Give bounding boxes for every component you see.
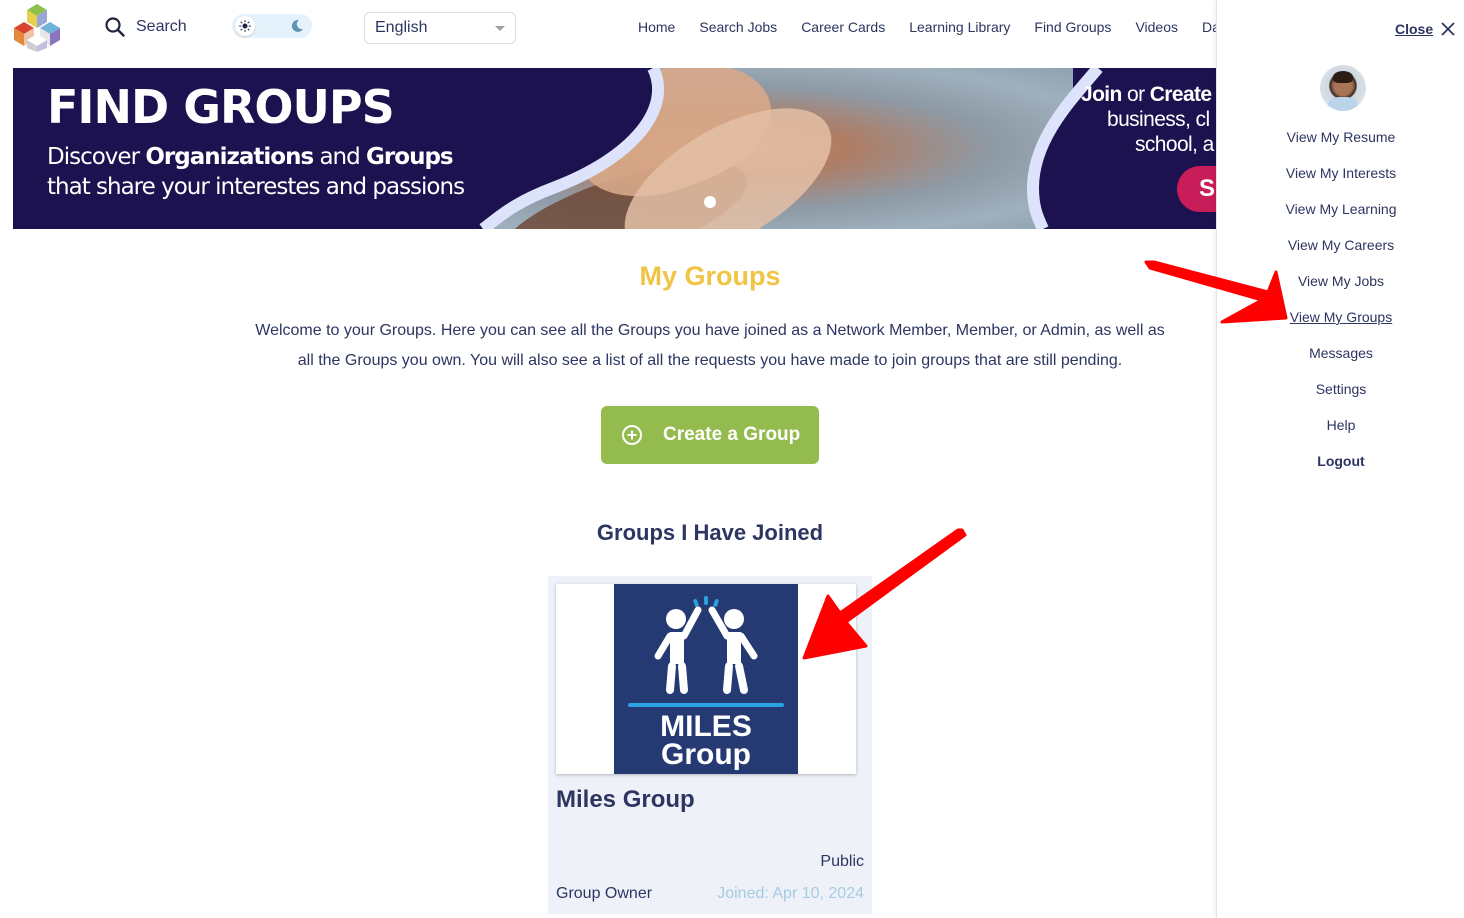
group-visibility: Public (820, 853, 864, 870)
user-menu-panel: Close View My Resume View My Interests V… (1216, 0, 1464, 918)
theme-toggle-knob (235, 16, 255, 36)
banner-right-bold: Create (1149, 83, 1212, 106)
top-navigation-bar: Search English Home Search Jobs Career C… (0, 0, 1216, 56)
banner-right-line2: business, cl (1107, 108, 1210, 131)
banner-right-line3: school, a (1135, 133, 1214, 156)
menu-messages[interactable]: Messages (1217, 342, 1464, 378)
banner-subtitle-line1: Discover Organizations and Groups (47, 144, 454, 170)
nav-dashboard[interactable]: Das (1202, 19, 1216, 35)
banner-right-text: Join or Create business, cl school, a (1081, 82, 1217, 157)
group-name[interactable]: Miles Group (556, 786, 695, 814)
user-menu: View My Resume View My Interests View My… (1217, 126, 1464, 486)
moon-icon (291, 19, 303, 32)
language-select[interactable]: English (364, 12, 516, 44)
banner-text: and (313, 144, 367, 170)
group-card[interactable]: MILES Group Miles Group Public Group Own… (548, 576, 872, 914)
avatar-detail (1328, 97, 1358, 111)
site-logo[interactable] (12, 4, 62, 52)
page-title: My Groups (639, 261, 781, 291)
nav-search-jobs[interactable]: Search Jobs (699, 19, 777, 35)
menu-view-my-careers[interactable]: View My Careers (1217, 234, 1464, 270)
joined-groups-heading: Groups I Have Joined (596, 520, 824, 545)
banner-right-bold: Join (1081, 83, 1122, 106)
nav-find-groups[interactable]: Find Groups (1034, 19, 1111, 35)
group-logo-text: Group (661, 738, 751, 771)
banner-text: Discover (47, 144, 146, 170)
menu-view-my-learning[interactable]: View My Learning (1217, 198, 1464, 234)
sun-icon (239, 20, 251, 32)
chevron-down-icon (495, 25, 505, 31)
close-icon (1441, 22, 1455, 36)
language-select-value: English (375, 19, 428, 36)
main-nav: Home Search Jobs Career Cards Learning L… (638, 19, 1216, 35)
banner-subtitle-line2: that share your interestes and passions (47, 174, 465, 200)
banner-cta-button[interactable]: S (1177, 166, 1217, 212)
group-joined-date: Joined: Apr 10, 2024 (717, 885, 864, 902)
banner-title: FIND GROUPS (47, 80, 395, 134)
carousel-dot[interactable] (704, 196, 716, 208)
close-panel-button[interactable]: Close (1395, 21, 1455, 37)
menu-help[interactable]: Help (1217, 414, 1464, 450)
menu-view-my-interests[interactable]: View My Interests (1217, 162, 1464, 198)
search-label: Search (136, 18, 187, 35)
menu-logout[interactable]: Logout (1217, 450, 1464, 486)
search-icon (105, 17, 125, 37)
hero-banner-carousel: FIND GROUPS Discover Organizations and G… (13, 68, 1217, 229)
plus-circle-icon (622, 425, 642, 445)
menu-view-my-resume[interactable]: View My Resume (1217, 126, 1464, 162)
theme-toggle[interactable] (232, 14, 312, 38)
banner-text-bold: Organizations (145, 144, 314, 170)
group-role: Group Owner (556, 885, 653, 902)
banner-text-bold: Groups (366, 144, 454, 170)
search-button[interactable]: Search (104, 16, 187, 38)
nav-videos[interactable]: Videos (1135, 19, 1178, 35)
intro-text: Welcome to your Groups. Here you can see… (255, 322, 1165, 369)
banner-right-text-part: or (1121, 83, 1150, 106)
create-group-label: Create a Group (663, 424, 801, 445)
user-avatar[interactable] (1320, 65, 1366, 111)
create-group-button[interactable]: Create a Group (601, 406, 819, 464)
menu-view-my-groups[interactable]: View My Groups (1217, 306, 1464, 342)
group-image: MILES Group (556, 584, 856, 774)
cube-logo-icon (14, 4, 60, 52)
menu-settings[interactable]: Settings (1217, 378, 1464, 414)
close-label: Close (1395, 21, 1434, 37)
nav-learning-library[interactable]: Learning Library (909, 19, 1010, 35)
avatar-detail (1333, 71, 1353, 83)
nav-career-cards[interactable]: Career Cards (801, 19, 885, 35)
nav-home[interactable]: Home (638, 19, 675, 35)
group-logo: MILES Group (614, 584, 798, 774)
menu-view-my-jobs[interactable]: View My Jobs (1217, 270, 1464, 306)
high-five-icon (628, 596, 784, 707)
